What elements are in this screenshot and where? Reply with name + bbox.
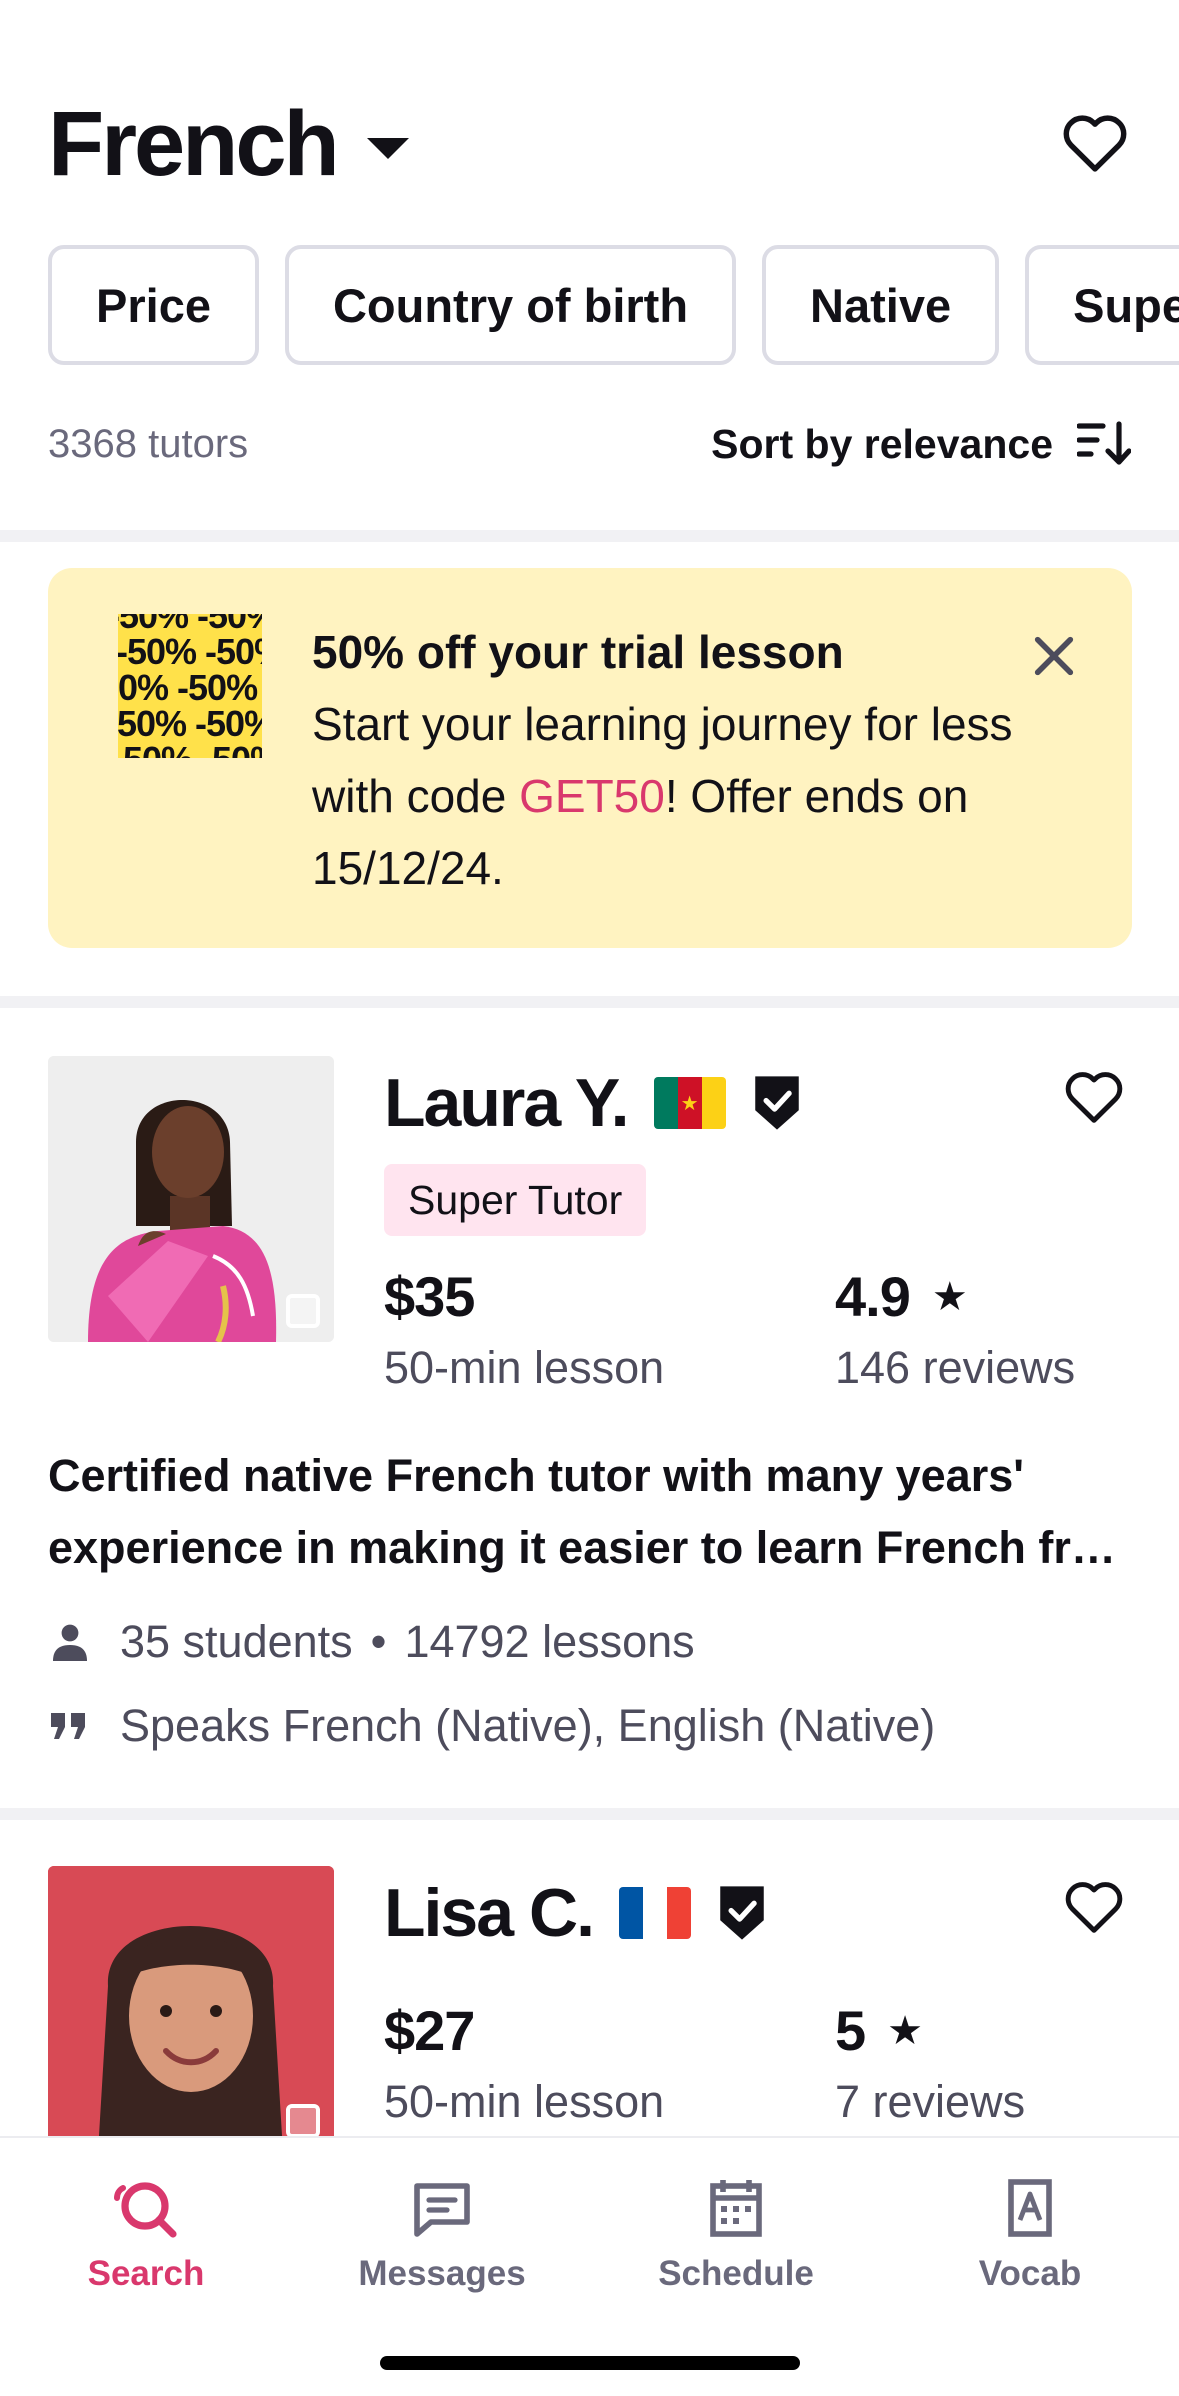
promo-text: 50% off your trial lesson Start your lea…	[312, 616, 1032, 904]
message-icon	[414, 2183, 470, 2237]
review-count: 146 reviews	[835, 1342, 1076, 1393]
section-divider	[0, 530, 1179, 542]
tutor-name-row: Laura Y. ★	[384, 1064, 802, 1142]
verified-badge-icon	[720, 1886, 764, 1940]
language-selector[interactable]: French	[48, 92, 409, 197]
tutor-card[interactable]: Lisa C. $27 50-min lesson 5 ★ 7 reviews	[0, 1820, 1179, 2136]
filter-price[interactable]: Price	[48, 245, 259, 365]
home-indicator	[380, 2356, 800, 2370]
review-count: 7 reviews	[835, 2076, 1026, 2127]
tutor-avatar[interactable]	[48, 1056, 334, 1342]
results-bar: 3368 tutors Sort by relevance	[48, 420, 1131, 468]
promo-image-text: -50% -50% -50%	[118, 703, 262, 744]
tab-label: Vocab	[978, 2254, 1082, 2293]
star-icon: ★	[931, 1274, 968, 1319]
tutor-rating: 5 ★	[835, 1998, 923, 2063]
france-flag-icon	[618, 1887, 691, 1939]
quote-icon	[48, 1713, 92, 1739]
tab-messages[interactable]: Messages	[322, 2178, 562, 2294]
tutor-price: $35	[384, 1265, 475, 1328]
tab-schedule[interactable]: Schedule	[616, 2178, 856, 2294]
rating-value: 5	[835, 1999, 866, 2062]
section-divider	[0, 996, 1179, 1008]
tutor-card[interactable]: Laura Y. ★ Super Tutor $35 50-min lesson…	[0, 1008, 1179, 1808]
favorite-heart-icon[interactable]	[1064, 1880, 1124, 1934]
languages-spoken: Speaks French (Native), English (Native)	[120, 1700, 936, 1751]
tutor-rating: 4.9 ★	[835, 1264, 968, 1329]
filter-native[interactable]: Native	[762, 245, 1000, 365]
vocab-icon	[1008, 2179, 1052, 2237]
favorite-heart-icon[interactable]	[1064, 1070, 1124, 1124]
promo-banner[interactable]: -50% -50% -50% -50% -50% -50% -50% -50% …	[48, 568, 1132, 948]
tutor-avatar[interactable]	[48, 1866, 334, 2136]
filter-country-of-birth[interactable]: Country of birth	[284, 245, 737, 365]
tutor-languages: Speaks French (Native), English (Native)	[48, 1700, 935, 1752]
tutor-name: Laura Y.	[384, 1065, 630, 1141]
verified-badge-icon	[754, 1076, 799, 1130]
tab-search[interactable]: Search	[26, 2178, 266, 2294]
promo-title: 50% off your trial lesson	[312, 626, 844, 678]
tutor-photo	[48, 1866, 334, 2136]
super-tutor-badge: Super Tutor	[384, 1164, 647, 1236]
sort-button[interactable]: Sort by relevance	[711, 420, 1131, 468]
tutor-description: Certified native French tutor with many …	[48, 1450, 1116, 1573]
lesson-duration: 50-min lesson	[384, 1342, 665, 1393]
star-icon: ★	[887, 2008, 923, 2053]
student-count: 35 students	[120, 1616, 353, 1667]
promo-image: -50% -50% -50% -50% -50% -50% -50% -50% …	[118, 614, 262, 758]
section-divider	[0, 1808, 1179, 1820]
lesson-count: 14792 lessons	[404, 1616, 695, 1667]
tab-label: Messages	[358, 2254, 526, 2293]
tab-vocab[interactable]: Vocab	[910, 2178, 1150, 2294]
page-title: French	[48, 93, 340, 195]
lesson-duration: 50-min lesson	[384, 2076, 665, 2127]
tab-label: Schedule	[658, 2254, 814, 2293]
tutor-name-row: Lisa C.	[384, 1874, 767, 1952]
separator-dot: •	[370, 1616, 387, 1667]
tutor-stats: 35 students • 14792 lessons	[48, 1616, 695, 1668]
tutor-name: Lisa C.	[384, 1875, 595, 1951]
online-indicator	[286, 1294, 320, 1328]
online-indicator	[286, 2104, 320, 2136]
promo-image-text: -50% -50% -50%	[118, 667, 262, 708]
tutor-price: $27	[384, 1999, 475, 2062]
close-icon[interactable]	[1026, 628, 1082, 684]
rating-value: 4.9	[835, 1265, 911, 1328]
promo-code: GET50	[519, 770, 665, 822]
sort-label: Sort by relevance	[711, 420, 1053, 467]
search-icon	[114, 2182, 177, 2238]
promo-image-text: -50% -50% -50%	[118, 742, 262, 759]
tutor-count: 3368 tutors	[48, 421, 249, 466]
tab-label: Search	[87, 2254, 205, 2293]
filter-chips: Price Country of birth Native Supe	[48, 245, 1179, 365]
chevron-down-icon	[366, 138, 409, 159]
cameroon-flag-icon: ★	[653, 1077, 726, 1129]
calendar-icon	[710, 2180, 762, 2237]
search-header: French Price Country of birth Native Sup…	[0, 0, 1179, 530]
filter-super-tutor[interactable]: Supe	[1025, 245, 1179, 365]
sort-icon	[1077, 421, 1131, 465]
promo-image-text: -50% -50% -50%	[118, 631, 262, 672]
person-icon	[48, 1623, 92, 1661]
favorites-heart-icon[interactable]	[1062, 113, 1128, 173]
